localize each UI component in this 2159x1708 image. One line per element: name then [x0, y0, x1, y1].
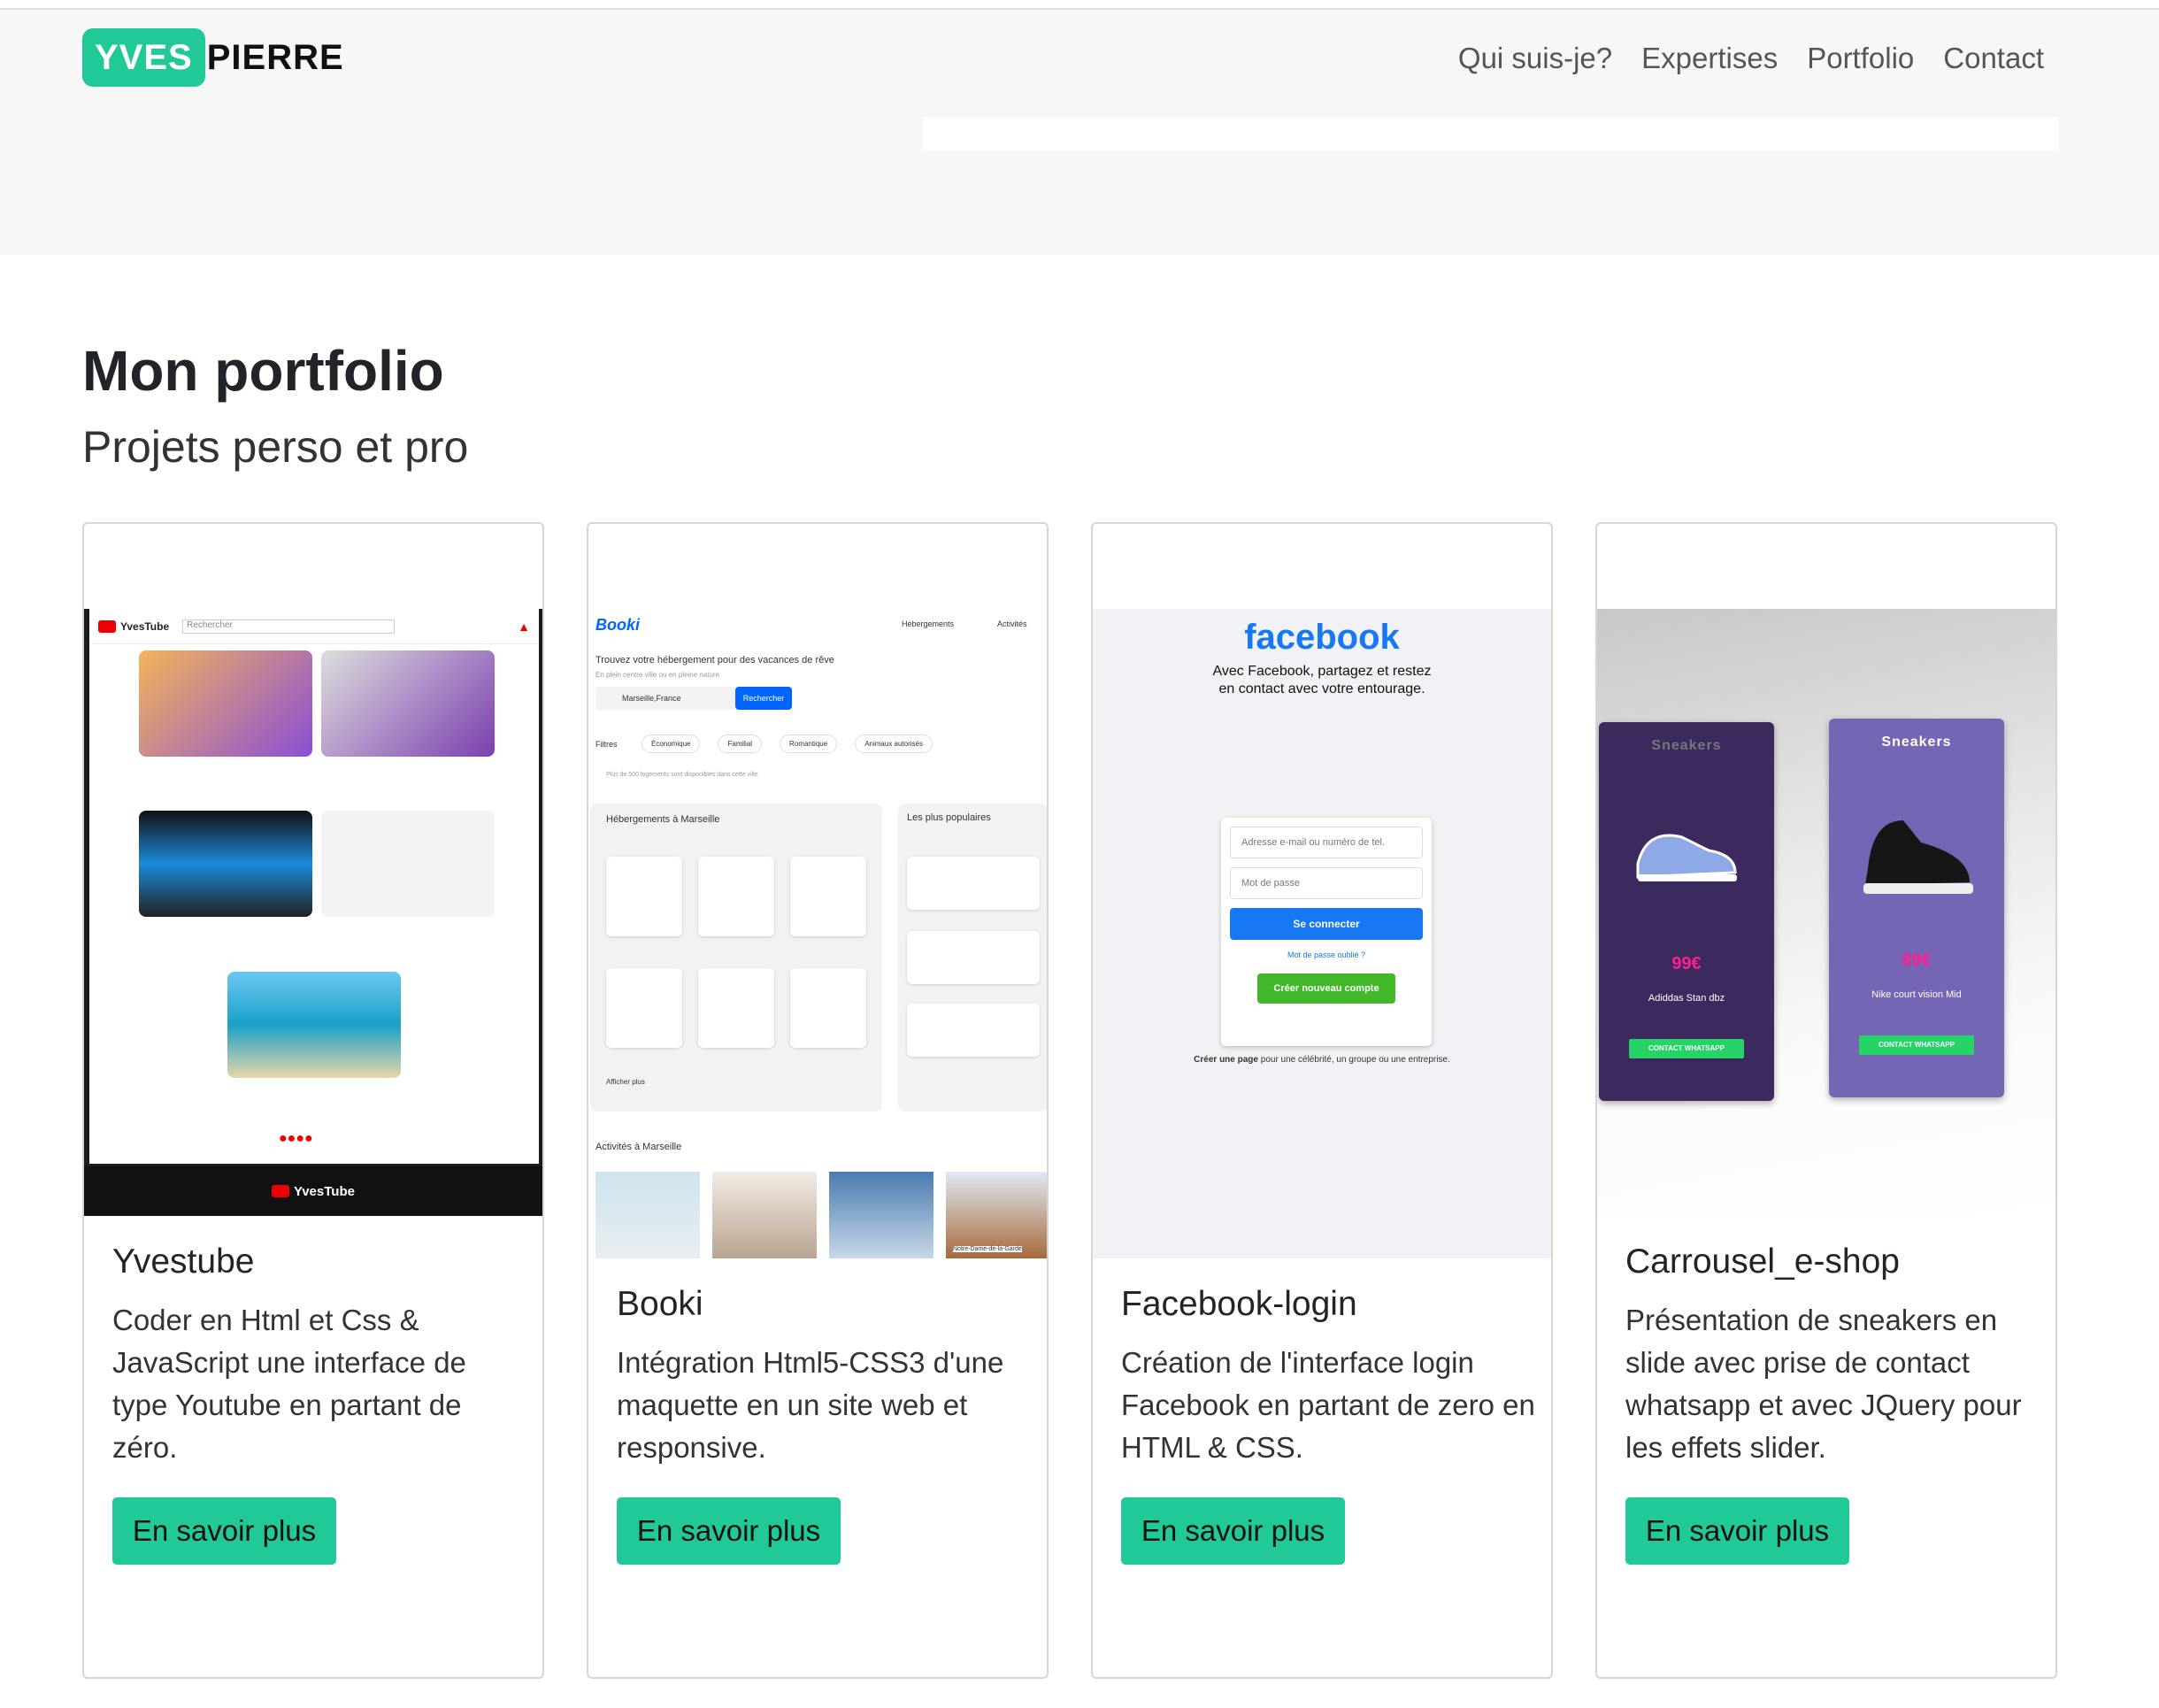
thumb-filter: Romantique — [780, 735, 838, 753]
thumb-lodgings-title: Hébergements à Marseille — [606, 814, 720, 825]
thumb-product-name: Nike court vision Mid — [1871, 989, 1962, 1000]
project-card-booki: Booki Hébergements Activités Trouvez vot… — [587, 522, 1049, 1679]
thumb-popular-panel: Les plus populaires — [898, 804, 1047, 1112]
sneaker-icon — [1863, 820, 1973, 894]
bell-icon: ▲ — [518, 619, 530, 634]
thumb-price: 99€ — [1671, 954, 1702, 973]
thumb-sub: En plein centre ville ou en pleine natur… — [595, 671, 720, 679]
thumb-facebook-logo: facebook — [1244, 618, 1400, 657]
thumb-popular-title: Les plus populaires — [907, 812, 991, 823]
thumb-city: Marseille,France — [595, 687, 735, 710]
thumb-footer-brand: YvesTube — [294, 1183, 355, 1199]
thumb-activities-title: Activités à Marseille — [595, 1142, 682, 1152]
card-text: Coder en Html et Css & JavaScript une in… — [112, 1304, 466, 1464]
nav-link-expertises[interactable]: Expertises — [1641, 42, 1778, 75]
project-card-yvestube: YvesTube Rechercher ▲ ●●●● YvesTube Yves… — [82, 522, 544, 1679]
youtube-logo-icon — [272, 1185, 290, 1197]
learn-more-button[interactable]: En savoir plus — [1625, 1497, 1849, 1565]
learn-more-button[interactable]: En savoir plus — [112, 1497, 336, 1565]
thumb-lodgings-panel: Hébergements à Marseille Afficher plus — [590, 804, 882, 1112]
thumb-slide-label: Sneakers — [1651, 738, 1722, 753]
thumb-info: Plus de 500 logements sont disponibles d… — [606, 772, 758, 778]
thumb-slide: Sneakers 89€ Nike court vision Mid CONTA… — [1829, 719, 2004, 1097]
thumb-login-button: Se connecter — [1230, 908, 1423, 940]
card-text: Intégration Html5-CSS3 d'une maquette en… — [617, 1346, 1004, 1464]
site-header: YVES PIERRE Qui suis-je? Expertises Port… — [0, 10, 2159, 255]
thumb-price: 89€ — [1902, 950, 1932, 970]
project-thumbnail[interactable]: facebook Avec Facebook, partagez et rest… — [1093, 609, 1551, 1258]
thumb-filter: Animaux autorisés — [855, 735, 933, 753]
video-thumb — [321, 811, 495, 917]
card-title: Yvestube — [112, 1243, 255, 1281]
nav-link-about[interactable]: Qui suis-je? — [1458, 42, 1612, 75]
video-thumb — [321, 650, 495, 757]
project-thumbnail[interactable]: Sneakers 99€ Adiddas Stan dbz CONTACT WH… — [1597, 609, 2055, 1216]
nav-link-contact[interactable]: Contact — [1943, 42, 2044, 75]
thumb-whatsapp: CONTACT WHATSAPP — [1859, 1035, 1974, 1055]
thumb-search-button: Rechercher — [735, 687, 792, 710]
card-text: Présentation de sneakers en slide avec p… — [1625, 1304, 2022, 1464]
learn-more-button[interactable]: En savoir plus — [1121, 1497, 1345, 1565]
card-text: Création de l'interface login Facebook e… — [1121, 1346, 1535, 1464]
video-thumb — [227, 972, 401, 1078]
card-title: Booki — [617, 1285, 703, 1323]
project-card-carrousel: Sneakers 99€ Adiddas Stan dbz CONTACT WH… — [1595, 522, 2057, 1679]
thumb-search: Rechercher — [182, 619, 396, 634]
page-subtitle: Projets perso et pro — [82, 422, 469, 472]
thumb-password: Mot de passe — [1230, 867, 1423, 899]
thumb-tagline-1: Avec Facebook, partagez et restez — [1212, 664, 1432, 679]
thumb-slide: Sneakers 99€ Adiddas Stan dbz CONTACT WH… — [1599, 722, 1774, 1101]
logo-first-name: YVES — [82, 28, 205, 87]
pagination-icon: ●●●● — [279, 1131, 313, 1146]
project-thumbnail[interactable]: Booki Hébergements Activités Trouvez vot… — [588, 609, 1047, 1258]
thumb-filter: Économique — [642, 735, 701, 753]
youtube-logo-icon — [98, 619, 116, 633]
thumb-forgot: Mot de passe oublié ? — [1287, 950, 1366, 959]
thumb-filter: Familial — [718, 735, 763, 753]
thumb-nav: Activités — [997, 619, 1027, 628]
thumb-whatsapp: CONTACT WHATSAPP — [1629, 1039, 1744, 1058]
main-nav: Qui suis-je? Expertises Portfolio Contac… — [1458, 42, 2044, 75]
logo-last-name: PIERRE — [206, 37, 344, 77]
video-thumb — [139, 650, 312, 757]
thumb-create-button: Créer nouveau compte — [1257, 973, 1395, 1004]
thumb-email: Adresse e-mail ou numéro de tel. — [1230, 827, 1423, 858]
thumb-login-box: Adresse e-mail ou numéro de tel. Mot de … — [1221, 818, 1432, 1046]
video-thumb — [139, 811, 312, 917]
thumb-product-name: Adiddas Stan dbz — [1648, 993, 1725, 1004]
project-card-facebook-login: facebook Avec Facebook, partagez et rest… — [1091, 522, 1553, 1679]
thumb-filters-label: Filtres — [595, 740, 618, 749]
thumb-headline: Trouvez votre hébergement pour des vacan… — [595, 655, 834, 666]
thumb-slide-label: Sneakers — [1881, 735, 1952, 750]
site-logo[interactable]: YVES PIERRE — [82, 28, 344, 87]
page-title: Mon portfolio — [82, 339, 444, 403]
learn-more-button[interactable]: En savoir plus — [617, 1497, 841, 1565]
thumb-page-bold: Créer une page — [1194, 1055, 1258, 1065]
thumb-tagline-2: en contact avec votre entourage. — [1218, 681, 1425, 696]
thumb-nav: Hébergements — [902, 619, 955, 628]
thumb-brand: YvesTube — [120, 619, 170, 633]
thumb-page-rest: pour une célébrité, un groupe ou une ent… — [1260, 1055, 1450, 1065]
thumb-more: Afficher plus — [606, 1078, 645, 1086]
project-thumbnail[interactable]: YvesTube Rechercher ▲ ●●●● YvesTube — [84, 609, 542, 1216]
thumb-caption: Notre-Dame-de-la-Garde — [953, 1246, 1022, 1252]
thumb-brand: Booki — [595, 616, 641, 634]
header-white-strip — [923, 117, 2058, 150]
nav-link-portfolio[interactable]: Portfolio — [1807, 42, 1914, 75]
sneaker-icon — [1636, 834, 1737, 881]
card-title: Carrousel_e-shop — [1625, 1243, 1901, 1281]
card-title: Facebook-login — [1121, 1285, 1357, 1323]
